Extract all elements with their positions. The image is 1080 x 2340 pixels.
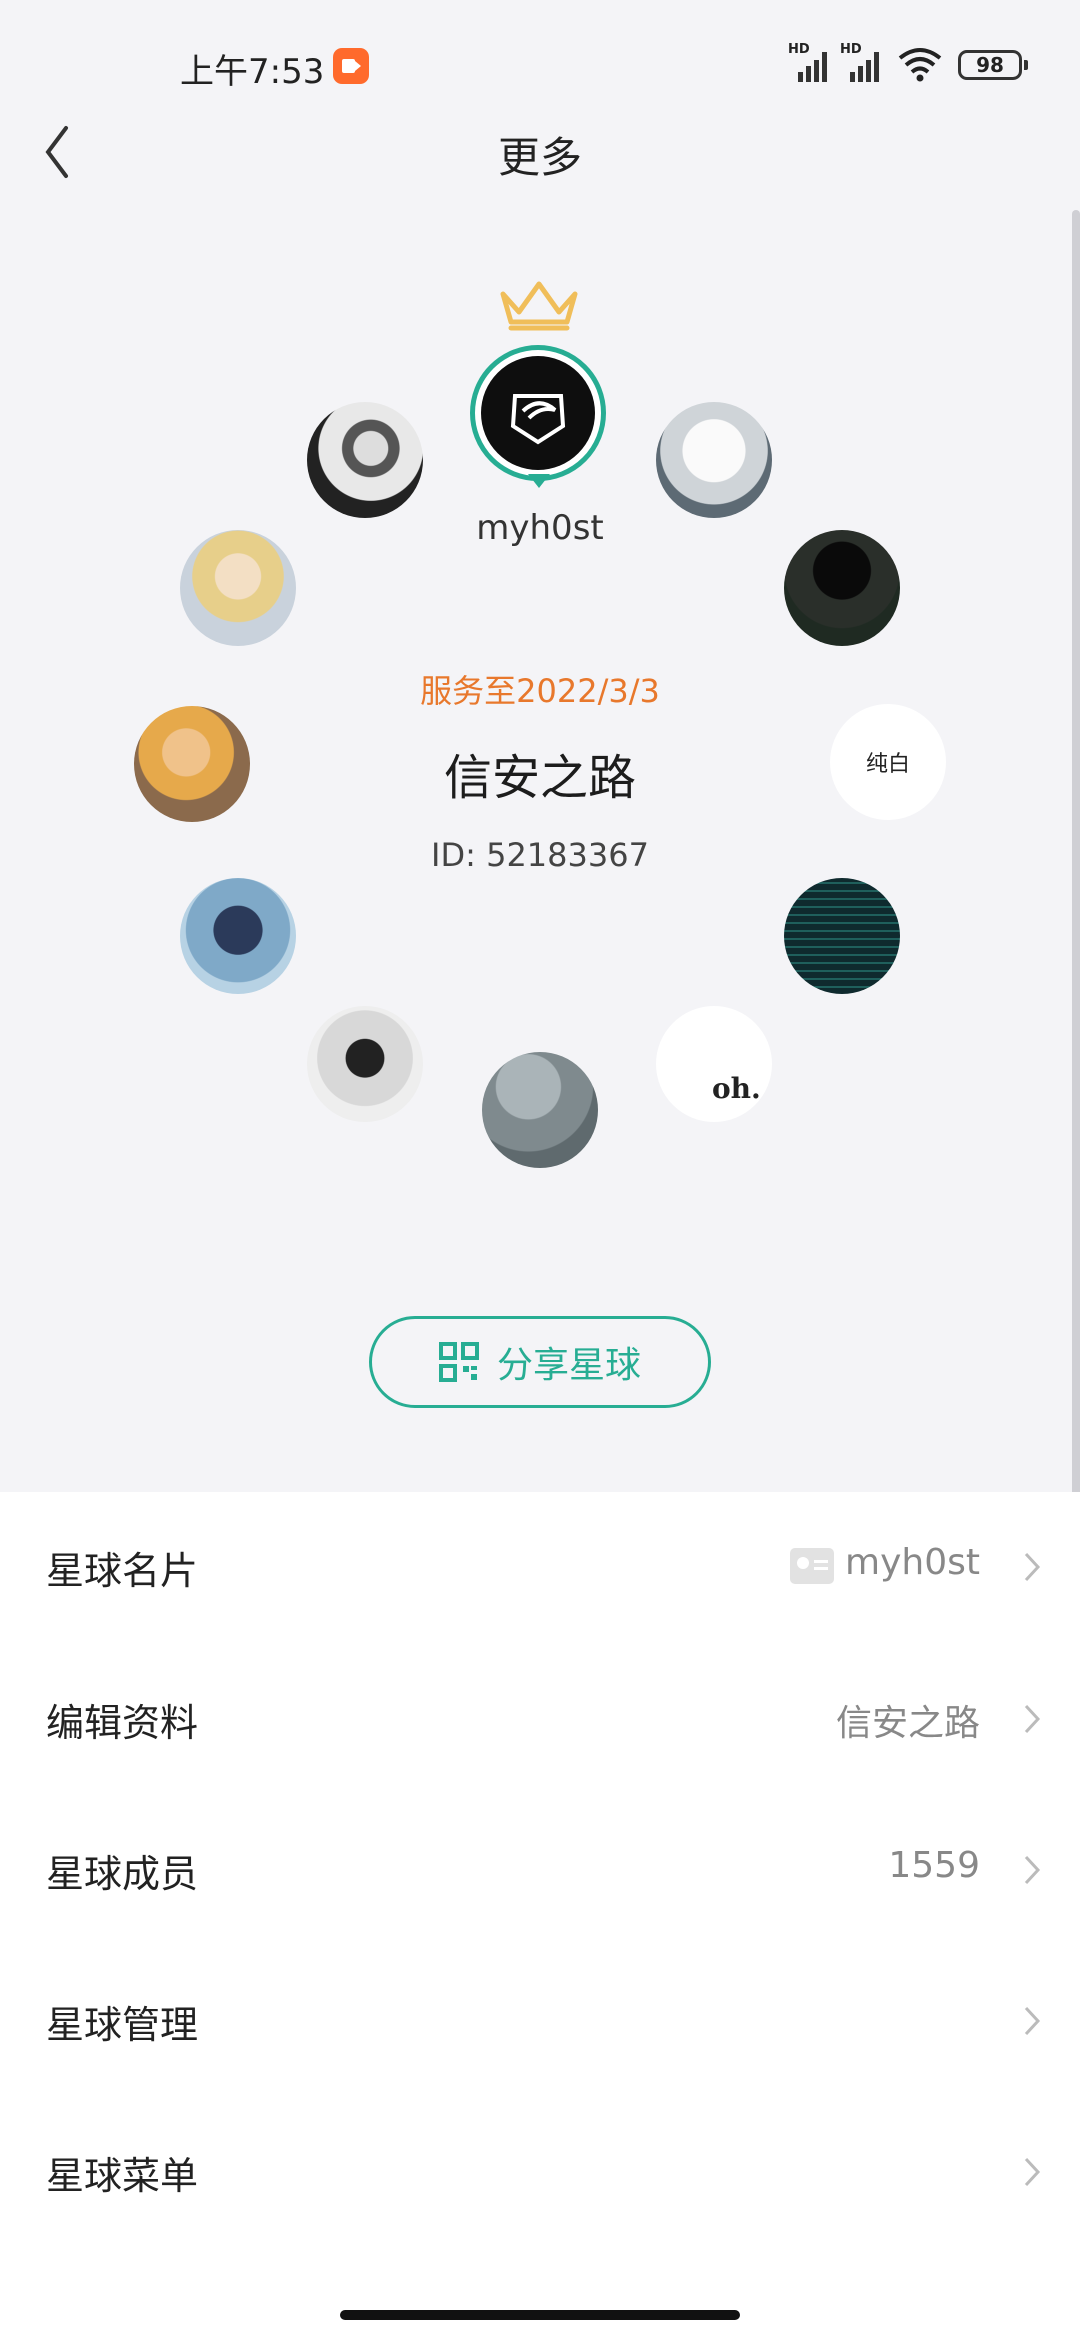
scrollbar[interactable] — [1072, 210, 1080, 1690]
member-avatar[interactable] — [180, 878, 296, 994]
menu-item-value: 信安之路 — [835, 1703, 980, 1744]
qr-code-icon — [438, 1342, 479, 1382]
chevron-right-icon — [1024, 2006, 1041, 2036]
chevron-right-icon — [1024, 1704, 1041, 1734]
signal-icon: HD — [788, 42, 832, 82]
planet-id: ID: 52183367 — [431, 836, 649, 874]
member-avatar[interactable] — [656, 402, 772, 518]
page-title: 更多 — [497, 133, 582, 182]
crown-icon — [500, 281, 578, 331]
chevron-right-icon — [1024, 1855, 1041, 1885]
share-planet-button[interactable]: 分享星球 — [369, 1316, 711, 1408]
id-card-icon — [790, 1548, 834, 1584]
planet-name: 信安之路 — [443, 750, 636, 806]
menu-item-members[interactable]: 星球成员 1559 — [0, 1795, 1080, 1945]
menu-item-label: 星球管理 — [46, 2003, 199, 2047]
member-avatar-logo[interactable]: oh. — [656, 1006, 772, 1122]
status-bar: 上午7:53 HD HD 98 — [0, 0, 1080, 130]
home-indicator[interactable] — [340, 2310, 740, 2320]
member-avatar[interactable] — [784, 530, 900, 646]
menu-item-value: 1559 — [888, 1845, 980, 1886]
status-time: 上午7:53 — [180, 52, 325, 92]
owner-pin — [528, 474, 550, 488]
member-avatar[interactable] — [180, 530, 296, 646]
battery-indicator: 98 — [958, 50, 1028, 80]
menu-item-value: myh0st — [845, 1542, 980, 1583]
menu-item-manage[interactable]: 星球管理 — [0, 1946, 1080, 2096]
menu-item-edit-profile[interactable]: 编辑资料 信安之路 — [0, 1644, 1080, 1794]
share-label: 分享星球 — [496, 1345, 641, 1386]
screen-record-icon — [333, 48, 369, 84]
menu-item-label: 星球成员 — [46, 1852, 199, 1896]
menu-item-label: 编辑资料 — [46, 1701, 199, 1745]
menu-list: 星球名片 myh0st 编辑资料 信安之路 星球成员 1559 星球管理 星球菜… — [0, 1492, 1080, 2340]
member-avatar[interactable] — [307, 1006, 423, 1122]
wifi-icon — [898, 48, 942, 82]
service-date: 服务至2022/3/3 — [420, 672, 660, 710]
menu-item-planet-card[interactable]: 星球名片 myh0st — [0, 1492, 1080, 1642]
owner-avatar[interactable] — [470, 345, 606, 481]
chevron-right-icon — [1024, 1552, 1041, 1582]
signal-icon-2: HD — [840, 42, 884, 82]
menu-item-label: 星球菜单 — [46, 2154, 199, 2198]
menu-item-menu[interactable]: 星球菜单 — [0, 2097, 1080, 2247]
menu-item-label: 星球名片 — [46, 1549, 199, 1593]
member-avatar[interactable] — [307, 402, 423, 518]
member-avatar[interactable] — [482, 1052, 598, 1168]
member-logo-text: oh. — [712, 1072, 761, 1105]
member-avatar[interactable] — [784, 878, 900, 994]
owner-logo-icon — [510, 394, 566, 445]
chevron-right-icon — [1024, 2157, 1041, 2187]
owner-name: myh0st — [476, 508, 604, 548]
